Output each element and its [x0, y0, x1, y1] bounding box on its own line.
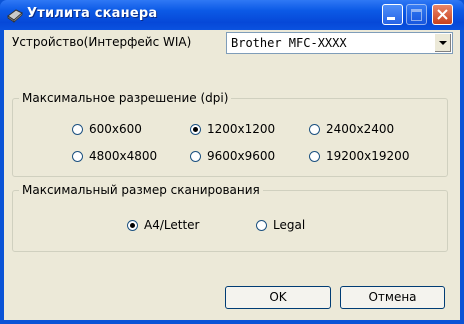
radio-label: 4800x4800 [89, 149, 158, 163]
radio-4800x4800[interactable]: 4800x4800 [72, 148, 157, 164]
device-select[interactable]: Brother MFC-XXXX [226, 32, 453, 54]
radio-label: 2400x2400 [326, 122, 395, 136]
radio-button[interactable] [256, 220, 267, 231]
close-icon [437, 9, 448, 20]
minimize-button[interactable] [382, 4, 403, 25]
radio-legal[interactable]: Legal [256, 217, 305, 233]
radio-button[interactable] [72, 124, 83, 135]
window-title: Утилита сканера [27, 6, 158, 21]
radio-button[interactable] [72, 151, 83, 162]
radio-label: 19200x19200 [326, 149, 410, 163]
radio-1200x1200[interactable]: 1200x1200 [190, 121, 275, 137]
close-button[interactable] [432, 4, 453, 25]
radio-label: 1200x1200 [207, 122, 276, 136]
maximize-icon [411, 9, 422, 21]
ok-button[interactable]: OK [225, 286, 331, 309]
radio-button-selected[interactable] [127, 220, 138, 231]
scanner-icon [7, 7, 23, 23]
radio-button-selected[interactable] [190, 124, 201, 135]
minimize-icon [387, 17, 395, 20]
resolution-group: Максимальное разрешение (dpi) [12, 91, 448, 177]
radio-a4-letter[interactable]: A4/Letter [127, 217, 199, 233]
device-select-value: Brother MFC-XXXX [231, 36, 347, 50]
cancel-button[interactable]: Отмена [340, 286, 445, 309]
maximize-button[interactable] [406, 4, 427, 25]
radio-label: 9600x9600 [207, 149, 276, 163]
radio-19200x19200[interactable]: 19200x19200 [309, 148, 409, 164]
radio-2400x2400[interactable]: 2400x2400 [309, 121, 394, 137]
radio-9600x9600[interactable]: 9600x9600 [190, 148, 275, 164]
device-label: Устройство(Интерфейс WIA) [12, 35, 192, 49]
radio-label: 600x600 [89, 122, 142, 136]
radio-button[interactable] [190, 151, 201, 162]
radio-label: Legal [273, 218, 306, 232]
scanner-utility-window: Утилита сканера Устройство(Интерфейс WIA… [0, 0, 464, 324]
radio-600x600[interactable]: 600x600 [72, 121, 142, 137]
radio-button[interactable] [309, 124, 320, 135]
resolution-group-title: Максимальное разрешение (dpi) [19, 91, 232, 105]
scan-size-group-title: Максимальный размер сканирования [19, 183, 263, 197]
radio-button[interactable] [309, 151, 320, 162]
chevron-down-icon[interactable] [434, 34, 451, 52]
title-bar[interactable]: Утилита сканера [0, 0, 464, 30]
radio-label: A4/Letter [144, 218, 200, 232]
scan-size-group: Максимальный размер сканирования [12, 183, 448, 252]
